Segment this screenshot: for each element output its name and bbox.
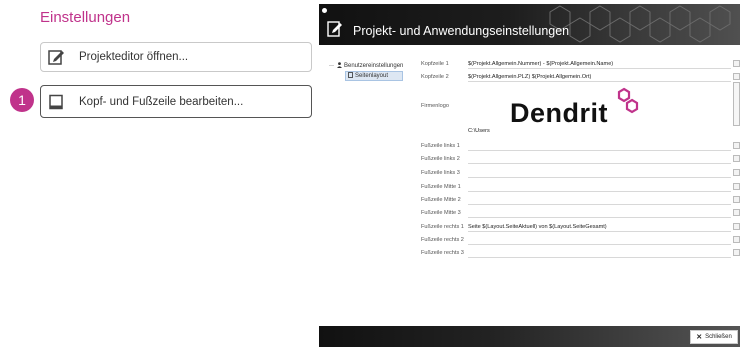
page-layout-icon <box>348 72 353 80</box>
tree-item-page-layout-label: Seitenlayout <box>355 73 389 79</box>
app-icon <box>322 8 327 13</box>
field-label: Fußzeile links 3 <box>421 170 460 176</box>
header-2-edit-button[interactable] <box>733 73 740 80</box>
field-label: Fußzeile rechts 2 <box>421 237 464 243</box>
field-label: Fußzeile Mitte 3 <box>421 210 461 216</box>
footer-right-1-edit-button[interactable] <box>733 223 740 230</box>
footer-right-3-input[interactable] <box>468 250 731 258</box>
footer-center-2-input[interactable] <box>468 197 731 205</box>
close-button[interactable]: ✕ Schließen <box>690 330 738 344</box>
footer-left-3-edit-button[interactable] <box>733 169 740 176</box>
footer-center-1-input[interactable] <box>468 184 731 192</box>
page-layout-icon <box>47 93 65 111</box>
open-project-editor-label: Projekteditor öffnen... <box>79 51 189 63</box>
field-label: Fußzeile Mitte 1 <box>421 184 461 190</box>
logo-scrollbar[interactable] <box>733 82 740 126</box>
edit-header-footer-label: Kopf- und Fußzeile bearbeiten... <box>79 95 244 108</box>
field-label: Fußzeile links 2 <box>421 156 460 162</box>
tree-item-page-layout[interactable]: Seitenlayout <box>345 71 404 81</box>
footer-center-1-edit-button[interactable] <box>733 183 740 190</box>
header-1-input[interactable]: $(Projekt.Allgemein.Nummer) - $(Projekt.… <box>468 61 731 69</box>
header-1-edit-button[interactable] <box>733 60 740 67</box>
hexagon-pattern-icon <box>549 5 731 43</box>
footer-left-1-input[interactable] <box>468 143 731 151</box>
footer-left-2-input[interactable] <box>468 156 731 164</box>
company-logo-label: Firmenlogo <box>421 103 449 109</box>
settings-tree: — Benutzereinstellungen Seitenlayout <box>329 61 404 81</box>
footer-right-2-edit-button[interactable] <box>733 236 740 243</box>
field-label: Kopfzeile 2 <box>421 74 449 80</box>
company-logo-image[interactable]: Dendrit <box>468 82 731 134</box>
footer-left-1-edit-button[interactable] <box>733 142 740 149</box>
footer-right-2-input[interactable] <box>468 237 731 245</box>
logo-path: C:\Users <box>468 128 490 134</box>
close-icon: ✕ <box>696 334 703 341</box>
open-project-editor-button[interactable]: Projekteditor öffnen... <box>40 42 312 72</box>
close-button-label: Schließen <box>705 334 732 340</box>
dialog-footer-bar: ✕ Schließen <box>319 326 740 347</box>
settings-dialog: Projekt- und Anwendungseinstellungen — B… <box>319 4 740 347</box>
user-icon <box>337 61 342 70</box>
edit-icon <box>47 48 65 66</box>
field-label: Kopfzeile 1 <box>421 61 449 67</box>
settings-title: Einstellungen <box>40 9 131 26</box>
footer-left-3-input[interactable] <box>468 170 731 178</box>
field-label: Fußzeile rechts 3 <box>421 250 464 256</box>
tree-item-user-settings[interactable]: — Benutzereinstellungen <box>329 61 403 70</box>
footer-right-3-edit-button[interactable] <box>733 249 740 256</box>
footer-left-2-edit-button[interactable] <box>733 155 740 162</box>
step-badge: 1 <box>10 88 34 112</box>
logo-hexagons-icon <box>617 87 639 114</box>
logo-text: Dendrit <box>510 98 608 128</box>
field-label: Fußzeile rechts 1 <box>421 224 464 230</box>
field-label: Fußzeile links 1 <box>421 143 460 149</box>
footer-center-3-edit-button[interactable] <box>733 209 740 216</box>
header-2-input[interactable]: $(Projekt.Allgemein.PLZ) $(Projekt.Allge… <box>468 74 731 82</box>
edit-header-footer-button[interactable]: Kopf- und Fußzeile bearbeiten... <box>40 85 312 118</box>
field-label: Fußzeile Mitte 2 <box>421 197 461 203</box>
collapse-arrow-icon[interactable]: — <box>329 63 335 69</box>
tree-item-user-settings-label: Benutzereinstellungen <box>344 62 404 69</box>
footer-right-1-input[interactable]: Seite $(Layout.SeiteAktuell) von $(Layou… <box>468 224 731 232</box>
footer-center-2-edit-button[interactable] <box>733 196 740 203</box>
dialog-title: Projekt- und Anwendungseinstellungen <box>353 24 570 38</box>
settings-edit-icon <box>327 21 342 37</box>
dialog-titlebar: Projekt- und Anwendungseinstellungen <box>319 4 740 45</box>
footer-center-3-input[interactable] <box>468 210 731 218</box>
